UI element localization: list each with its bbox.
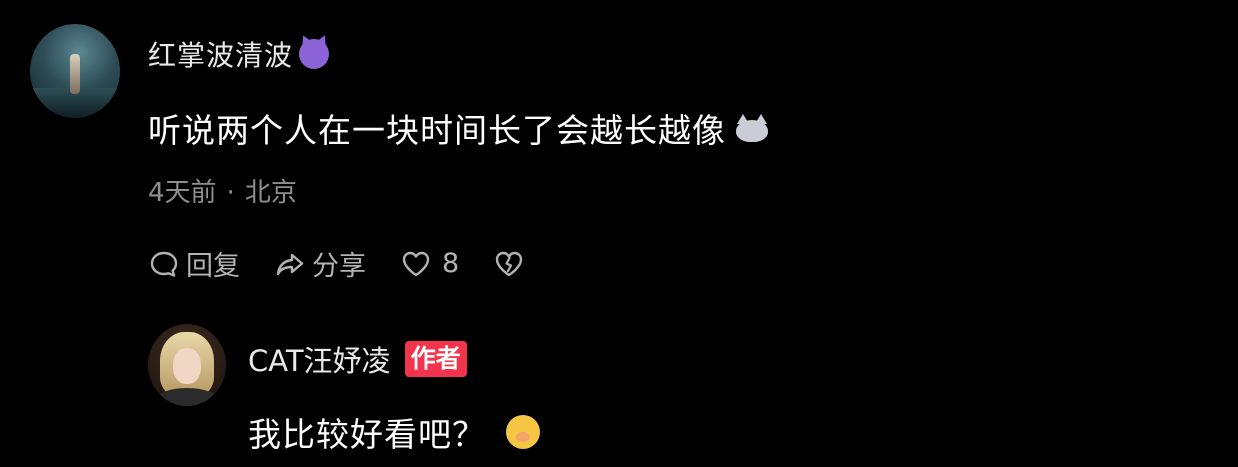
comment-location: 北京 (244, 178, 297, 208)
shushing-face-emoji-icon (506, 415, 540, 449)
reply-username-text: CAT汪妤凌 (248, 344, 391, 378)
like-button[interactable]: 8 (400, 248, 459, 280)
reply-username[interactable]: CAT汪妤凌 作者 (248, 338, 467, 380)
avatar[interactable] (30, 24, 120, 118)
reply-label: 回复 (186, 251, 240, 282)
share-label: 分享 (312, 251, 366, 282)
reply-body: 我比较好看吧？ (248, 415, 486, 454)
like-count: 8 (442, 248, 460, 279)
reply-button[interactable]: 回复 (148, 244, 240, 283)
comment-actions: 回复 分享 8 (148, 244, 559, 283)
comment-username[interactable]: 红掌波清波 (148, 34, 330, 74)
broken-heart-icon (495, 251, 523, 276)
comment-text: 听说两个人在一块时间长了会越长越像 (148, 104, 768, 152)
cat-emoji-icon (736, 114, 768, 142)
reply-text: 我比较好看吧？ (248, 408, 540, 456)
share-icon (276, 253, 304, 275)
meta-separator: · (226, 178, 235, 208)
smiling-devil-emoji-icon (299, 39, 330, 69)
heart-icon (402, 251, 430, 276)
username-text: 红掌波清波 (148, 39, 294, 72)
reply-avatar[interactable] (148, 324, 226, 406)
reply-icon (150, 251, 178, 277)
comment-time: 4天前 (148, 178, 217, 208)
dislike-button[interactable] (493, 248, 525, 280)
share-button[interactable]: 分享 (274, 244, 366, 283)
comment-meta: 4天前 · 北京 (148, 172, 297, 209)
comment-body: 听说两个人在一块时间长了会越长越像 (148, 111, 726, 150)
author-badge: 作者 (404, 341, 467, 377)
